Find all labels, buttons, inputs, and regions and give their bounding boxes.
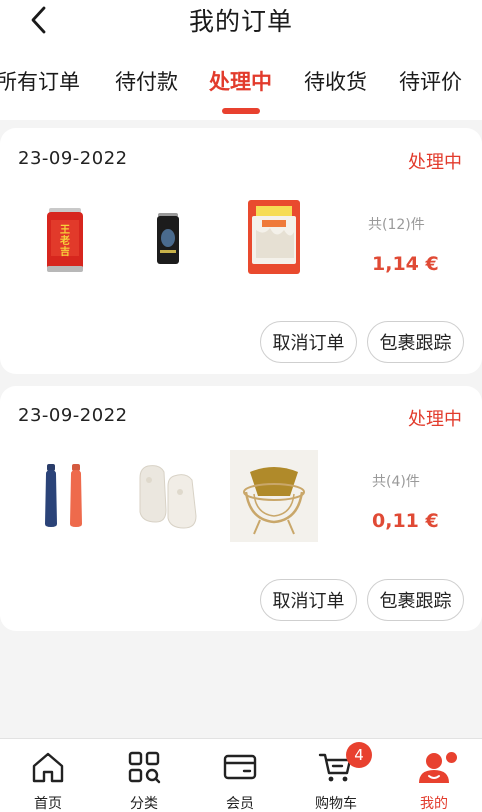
- order-date: 23-09-2022: [18, 405, 128, 426]
- svg-text:吉: 吉: [60, 245, 70, 258]
- order-item-count: 共(12)件: [368, 217, 425, 233]
- member-card-icon: [223, 754, 257, 780]
- order-total: 1,14 €: [372, 253, 439, 275]
- notification-dot: [446, 752, 457, 763]
- tab-processing[interactable]: 处理中: [209, 66, 272, 96]
- order-card[interactable]: 23-09-2022 处理中 共(4)件 0,11 € 取消订单 包裹跟踪: [0, 386, 482, 631]
- order-card[interactable]: 23-09-2022 处理中 王 老 吉 共(12)件 1,14 € 取消订单 …: [0, 128, 482, 374]
- order-tabs: 所有订单 待付款 处理中 待收货 待评价: [0, 66, 482, 106]
- product-image-herbal-tea-can[interactable]: 王 老 吉: [46, 206, 84, 274]
- nav-label: 分类: [130, 796, 158, 812]
- tab-pending-review[interactable]: 待评价: [399, 66, 462, 96]
- nav-cart[interactable]: 4 购物车: [296, 739, 376, 812]
- order-total: 0,11 €: [372, 510, 439, 532]
- order-date: 23-09-2022: [18, 148, 128, 169]
- bottom-nav: 首页 分类 会员 4 购物车 我的: [0, 738, 482, 812]
- page-title: 我的订单: [188, 7, 293, 36]
- tab-pending-payment[interactable]: 待付款: [115, 66, 178, 96]
- nav-label: 购物车: [315, 796, 357, 812]
- category-icon: [128, 751, 161, 784]
- product-image-water-bottles[interactable]: [42, 462, 88, 528]
- nav-home[interactable]: 首页: [8, 739, 88, 812]
- order-item-count: 共(4)件: [372, 474, 420, 490]
- svg-text:老: 老: [59, 234, 70, 247]
- tab-pending-receipt[interactable]: 待收货: [304, 66, 367, 96]
- cancel-order-button[interactable]: 取消订单: [260, 579, 357, 621]
- header: 我的订单 所有订单 待付款 处理中 待收货 待评价: [0, 0, 482, 120]
- product-image-fluffy-slippers[interactable]: [134, 460, 206, 530]
- nav-category[interactable]: 分类: [104, 739, 184, 812]
- nav-label: 会员: [226, 796, 254, 812]
- tab-all-orders[interactable]: 所有订单: [0, 66, 80, 96]
- product-image-wicker-basket[interactable]: [230, 450, 318, 542]
- product-image-energy-drink-can[interactable]: [156, 212, 180, 266]
- order-status: 处理中: [408, 409, 462, 430]
- track-package-button[interactable]: 包裹跟踪: [367, 579, 464, 621]
- svg-text:王: 王: [60, 224, 70, 236]
- nav-profile[interactable]: 我的: [394, 739, 474, 812]
- nav-member[interactable]: 会员: [200, 739, 280, 812]
- nav-label: 首页: [34, 796, 62, 812]
- home-icon: [32, 752, 64, 783]
- track-package-button[interactable]: 包裹跟踪: [367, 321, 464, 363]
- cart-count-badge: 4: [346, 742, 372, 768]
- active-tab-indicator: [222, 108, 260, 114]
- product-image-rice-noodle-bag[interactable]: [248, 200, 300, 274]
- cancel-order-button[interactable]: 取消订单: [260, 321, 357, 363]
- order-status: 处理中: [408, 152, 462, 173]
- nav-label: 我的: [420, 796, 448, 812]
